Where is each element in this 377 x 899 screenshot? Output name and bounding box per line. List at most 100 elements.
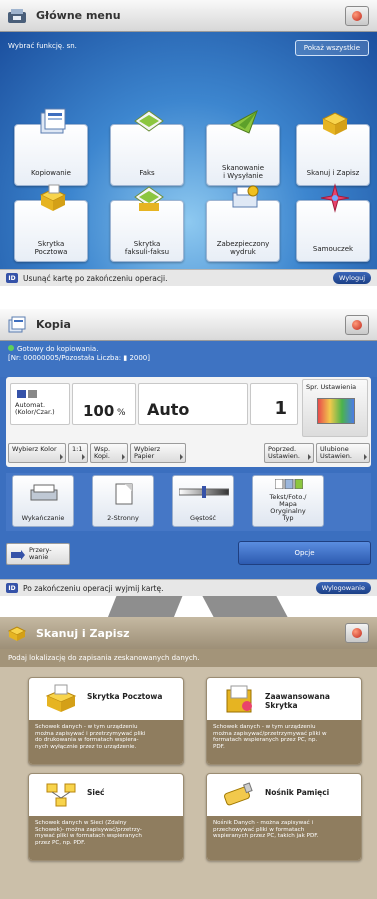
scan-store-icon: [321, 112, 349, 135]
function-label: Tekst/Foto./ Mapa Oryginalny Typ: [269, 493, 307, 522]
scan-store-icon: [6, 623, 28, 643]
previous-settings-button[interactable]: Poprzed. Ustawien.: [264, 443, 314, 463]
copies-value: 1: [274, 398, 287, 419]
zoom-unit: %: [117, 408, 126, 418]
original-type-icon: [275, 479, 303, 489]
show-all-button[interactable]: Pokaż wszystkie: [294, 40, 369, 56]
settings-check-label: Spr. Ustawienia: [306, 383, 357, 391]
mailbox-icon: [39, 184, 67, 211]
select-color-button[interactable]: Wybierz Kolor: [8, 443, 66, 463]
select-paper-button[interactable]: Wybierz Papier: [130, 443, 186, 463]
network-icon: [46, 783, 76, 807]
copy-bottom-area: Przery- wanie Opcje: [6, 535, 371, 575]
zoom-display: 100 %: [72, 383, 136, 425]
copy-title: Kopia: [36, 318, 71, 331]
card-advanced-box[interactable]: Zaawansowana Skrytka Schowek danych - w …: [206, 677, 362, 765]
tile-tutorial[interactable]: Samouczek: [296, 183, 370, 262]
tile-label: Faks: [139, 169, 155, 177]
card-description: Schowek danych - w tym urządzeniu można …: [207, 720, 361, 764]
reset-icon: [352, 628, 362, 638]
interrupt-label: Przery- wanie: [29, 546, 52, 561]
id-card-icon: ID: [6, 273, 18, 283]
tile-label: Samouczek: [312, 245, 354, 253]
tile-fax-box[interactable]: Skrytka faksuli-faksu: [110, 186, 184, 262]
card-mailbox[interactable]: Skrytka Pocztowa Schowek danych - w tym …: [28, 677, 184, 765]
settings-check-button[interactable]: Spr. Ustawienia: [302, 379, 368, 437]
memory-media-icon: [224, 782, 253, 806]
reset-button[interactable]: [345, 623, 369, 643]
color-mode-value: Automat. (Kolor/Czar.): [15, 401, 55, 416]
secure-print-icon: [232, 185, 259, 208]
copy-functions-strip: Wykańczanie 2-Stronny Gęstość Tekst/Foto…: [6, 473, 371, 531]
card-title: Nośnik Pamięci: [265, 788, 330, 797]
two-sided-button[interactable]: 2-Stronny: [92, 475, 154, 527]
scan-store-titlebar: Skanuj i Zapisz: [0, 617, 377, 649]
advanced-box-icon: [226, 685, 252, 713]
card-description: Schowek danych - w tym urządzeniu można …: [29, 720, 183, 764]
one-to-one-button[interactable]: 1:1: [68, 443, 88, 463]
interrupt-icon: [11, 550, 25, 560]
ready-message: Gotowy do kopiowania.: [17, 345, 99, 353]
function-label: Gęstość: [190, 514, 216, 522]
finishing-button[interactable]: Wykańczanie: [12, 475, 74, 527]
function-label: Wykańczanie: [21, 514, 65, 522]
favorite-settings-button[interactable]: Ulubione Ustawien.: [316, 443, 370, 463]
copy-titlebar: Kopia: [0, 309, 377, 341]
card-description: Schowek danych w Sieci (Zdalny Schowek)-…: [29, 816, 183, 860]
tile-label: Skanowanie i Wysyłanie: [221, 164, 265, 180]
copy-icon: [40, 108, 66, 134]
original-type-button[interactable]: Tekst/Foto./ Mapa Oryginalny Typ: [252, 475, 324, 527]
settings-preview-icon: [317, 398, 355, 424]
tile-secure-print[interactable]: Zabezpieczony wydruk: [206, 185, 280, 262]
copies-display: 1: [250, 383, 298, 425]
main-menu-statusbar: ID Usunąć kartę po zakończeniu operacji.…: [0, 269, 377, 286]
copy-screen: Kopia Gotowy do kopiowania. [Nr: 0000000…: [0, 309, 377, 596]
reset-icon: [352, 320, 362, 330]
status-message: Po zakończeniu operacji wyjmij kartę.: [23, 583, 164, 593]
card-memory-media[interactable]: Nośnik Pamięci Nośnik Danych - można zap…: [206, 773, 362, 861]
main-menu-body: Wybrać funkcję. sn. Pokaż wszystkie Kopi…: [0, 32, 377, 269]
two-sided-icon: [115, 483, 133, 505]
paper-display: Auto: [138, 383, 248, 425]
main-menu-title: Główne menu: [36, 9, 121, 22]
tile-copy[interactable]: Kopiowanie: [14, 108, 88, 186]
tile-label: Zabezpieczony wydruk: [216, 240, 270, 256]
card-network[interactable]: Sieć Schowek danych w Sieci (Zdalny Scho…: [28, 773, 184, 861]
finishing-icon: [30, 484, 58, 501]
tile-scan-store[interactable]: Skanuj i Zapisz: [296, 112, 370, 186]
fax-icon: [134, 110, 164, 132]
tile-label: Skrytka faksuli-faksu: [124, 240, 170, 256]
tile-fax[interactable]: Faks: [110, 110, 184, 186]
main-menu-titlebar: Główne menu: [0, 0, 377, 32]
interrupt-button[interactable]: Przery- wanie: [6, 543, 70, 565]
tile-label: Skrytka Pocztowa: [34, 240, 68, 256]
main-menu-screen: Główne menu Wybrać funkcję. sn. Pokaż ws…: [0, 0, 377, 286]
logout-button[interactable]: Wylogowanie: [315, 582, 371, 594]
mailbox-icon: [45, 684, 77, 712]
scan-store-instruction: Podaj lokalizację do zapisania zeskanowa…: [0, 649, 377, 667]
copy-ratio-button[interactable]: Wsp. Kopi.: [90, 443, 128, 463]
copy-icon: [6, 315, 28, 335]
tile-mailbox[interactable]: Skrytka Pocztowa: [14, 184, 88, 262]
id-card-icon: ID: [6, 583, 18, 593]
logout-button[interactable]: Wyloguj: [333, 272, 371, 284]
reset-button[interactable]: [345, 6, 369, 26]
function-prompt: Wybrać funkcję. sn.: [8, 42, 77, 50]
density-button[interactable]: Gęstość: [172, 475, 234, 527]
options-button[interactable]: Opcje: [238, 541, 371, 565]
card-title: Skrytka Pocztowa: [87, 692, 163, 701]
copy-statusbar: ID Po zakończeniu operacji wyjmij kartę.…: [0, 579, 377, 596]
fax-box-icon: [134, 186, 164, 211]
card-title: Zaawansowana Skrytka: [265, 692, 330, 710]
status-message: Usunąć kartę po zakończeniu operacji.: [23, 273, 168, 283]
tile-scan-send[interactable]: Skanowanie i Wysyłanie: [206, 109, 280, 186]
copy-settings-area: Automat. (Kolor/Czar.) 100 % Auto 1 Spr.…: [6, 377, 371, 467]
reset-button[interactable]: [345, 315, 369, 335]
tile-label: Kopiowanie: [31, 169, 71, 177]
tile-label: Skanuj i Zapisz: [306, 169, 360, 177]
function-label: 2-Stronny: [107, 514, 139, 522]
card-description: Nośnik Danych - można zapisywać i przech…: [207, 816, 361, 860]
scan-send-icon: [229, 109, 258, 134]
reset-icon: [352, 11, 362, 21]
ready-indicator-icon: [8, 345, 14, 351]
